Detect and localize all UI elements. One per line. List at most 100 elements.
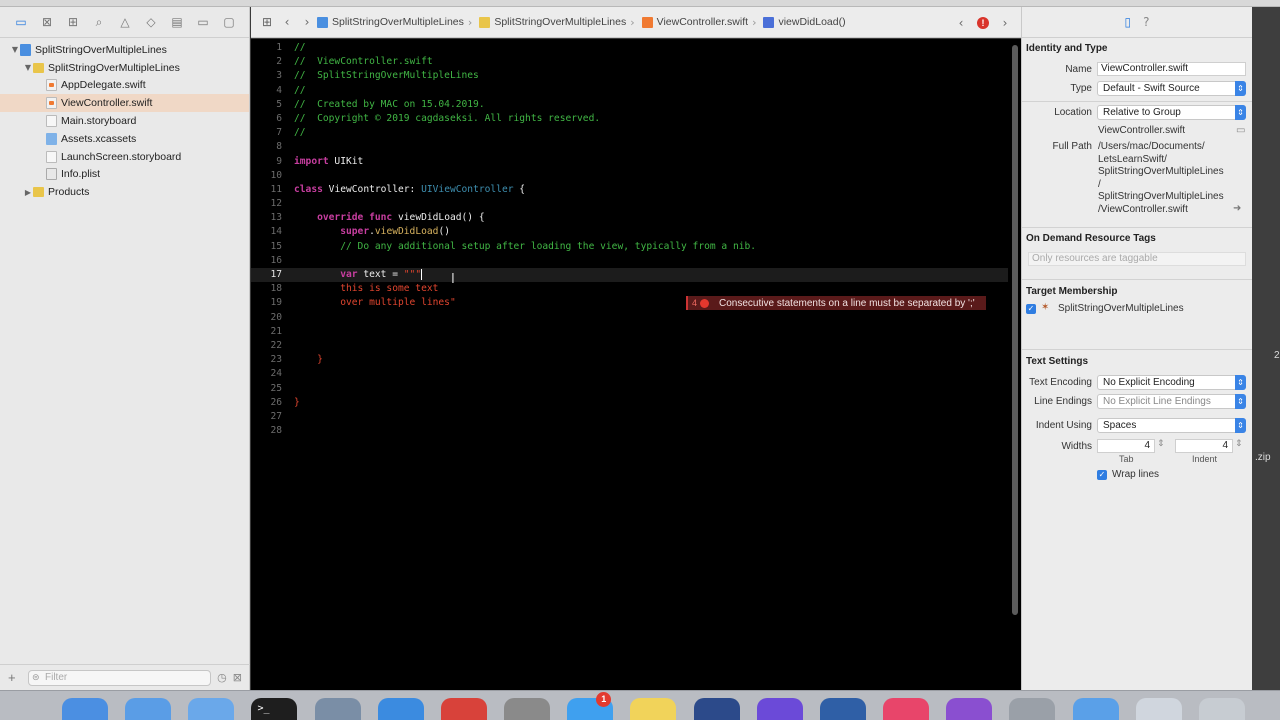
imovie-dock-icon[interactable] <box>756 698 803 720</box>
code-line[interactable]: 15 // Do any additional setup after load… <box>251 240 1008 254</box>
preview-dock-icon[interactable] <box>1135 698 1182 720</box>
wrap-lines-checkbox[interactable]: ✓ <box>1097 470 1107 480</box>
downloads-dock-icon[interactable] <box>1072 698 1119 720</box>
chrome-dock-icon[interactable] <box>440 698 487 720</box>
search-icon[interactable]: ⌕ <box>90 15 108 30</box>
code-line[interactable]: 12 <box>251 197 1008 211</box>
warning-icon[interactable]: △ <box>116 15 134 29</box>
back-arrow-icon[interactable]: ‹ <box>277 15 297 29</box>
safari-dock-icon[interactable] <box>377 698 424 720</box>
code-line[interactable]: 26} <box>251 396 1008 410</box>
code-line[interactable]: 2 // ViewController.swift <box>251 55 1008 69</box>
line-endings-popup[interactable]: No Explicit Line Endings <box>1097 394 1246 409</box>
folder-dock-icon[interactable] <box>188 698 235 720</box>
error-annotation[interactable]: 4 Consecutive statements on a line must … <box>686 296 986 310</box>
indent-width-field[interactable]: 4 <box>1175 439 1233 453</box>
file-tree-item[interactable]: Info.plist <box>0 166 249 184</box>
disclosure-triangle-icon[interactable]: ▼ <box>10 45 20 54</box>
code-line[interactable]: 21 <box>251 325 1008 339</box>
debug-icon[interactable]: ▤ <box>168 15 186 29</box>
code-line[interactable]: 8 <box>251 140 1008 154</box>
symbol-icon[interactable]: ⊞ <box>64 15 82 29</box>
code-line[interactable]: 24 <box>251 367 1008 381</box>
file-tree-item[interactable]: ▼ SplitStringOverMultipleLines <box>0 41 249 59</box>
add-icon[interactable]: + <box>8 670 22 685</box>
indent-using-popup[interactable]: Spaces <box>1097 418 1246 433</box>
code-line[interactable]: 23 } <box>251 353 1008 367</box>
name-field[interactable]: ViewController.swift <box>1097 62 1246 76</box>
spotlight-dock-icon[interactable] <box>1009 698 1056 720</box>
code-line[interactable]: 7 // <box>251 126 1008 140</box>
code-line[interactable]: 10 <box>251 169 1008 183</box>
code-line[interactable]: 6 // Copyright © 2019 cagdaseksi. All rig… <box>251 112 1008 126</box>
tab-width-field[interactable]: 4 <box>1097 439 1155 453</box>
previous-issue-icon[interactable]: ‹ <box>951 16 971 30</box>
code-area[interactable]: 1 // 2 // ViewController.swift 3 // SplitStri… <box>251 41 1008 438</box>
scm-filter-icon[interactable]: ⊠ <box>233 671 242 684</box>
file-tree-item[interactable]: ▶ Products <box>0 183 249 201</box>
source-editor[interactable]: 1 // 2 // ViewController.swift 3 // SplitStri… <box>251 39 1021 690</box>
visual-studio-dock-icon[interactable] <box>819 698 866 720</box>
breakpoint-icon[interactable]: ▭ <box>194 15 212 29</box>
code-line[interactable]: 17 var text = """ <box>251 268 1008 283</box>
help-icon[interactable]: ? <box>1143 15 1149 29</box>
quicktime-dock-icon[interactable] <box>693 698 740 720</box>
target-checkbox[interactable]: ✓ <box>1026 304 1036 314</box>
notes-dock-icon[interactable] <box>630 698 677 720</box>
breadcrumb-file[interactable]: ViewController.swift › <box>641 16 761 29</box>
file-tree-item[interactable]: AppDelegate.swift <box>0 77 249 95</box>
source-control-icon[interactable]: ⊠ <box>38 15 56 29</box>
encoding-popup[interactable]: No Explicit Encoding <box>1097 375 1246 390</box>
code-line[interactable]: 4 // <box>251 84 1008 98</box>
breadcrumb-project[interactable]: SplitStringOverMultipleLines › <box>317 16 476 29</box>
file-tree-item[interactable]: LaunchScreen.storyboard <box>0 148 249 166</box>
indent-stepper[interactable]: ⇕ <box>1235 439 1243 449</box>
code-line[interactable]: 16 <box>251 254 1008 268</box>
code-line[interactable]: 22 <box>251 339 1008 353</box>
test-icon[interactable]: ◇ <box>142 15 160 29</box>
type-popup[interactable]: Default - Swift Source <box>1097 81 1246 96</box>
app-store-dock-icon[interactable]: 1 <box>567 692 614 720</box>
breadcrumb-method[interactable]: viewDidLoad() <box>763 16 846 28</box>
launchpad-dock-icon[interactable] <box>314 698 361 720</box>
trash-dock-icon[interactable] <box>1198 698 1245 720</box>
scrollbar[interactable] <box>1012 45 1018 615</box>
tags-field[interactable]: Only resources are taggable <box>1028 252 1246 266</box>
terminal-dock-icon[interactable]: >_ <box>251 698 298 720</box>
disclosure-triangle-icon[interactable]: ▶ <box>23 188 33 197</box>
next-issue-icon[interactable]: › <box>995 16 1015 30</box>
code-line[interactable]: 9 import UIKit <box>251 155 1008 169</box>
folder-icon[interactable]: ▭ <box>1236 125 1245 136</box>
code-line[interactable]: 25 <box>251 382 1008 396</box>
code-line[interactable]: 13 override func viewDidLoad() { <box>251 211 1008 225</box>
recent-files-icon[interactable]: ◷ <box>217 671 227 684</box>
code-line[interactable]: 14 super.viewDidLoad() <box>251 225 1008 239</box>
finder-dock-icon[interactable] <box>62 698 108 720</box>
file-tree-item[interactable]: Assets.xcassets <box>0 130 249 148</box>
code-line[interactable]: 28 <box>251 424 1008 438</box>
breadcrumb-group[interactable]: SplitStringOverMultipleLines › <box>479 16 638 29</box>
location-popup[interactable]: Relative to Group <box>1097 105 1246 120</box>
tab-stepper[interactable]: ⇕ <box>1157 439 1165 449</box>
reveal-arrow-icon[interactable]: ➜ <box>1233 203 1241 214</box>
itunes-dock-icon[interactable] <box>883 698 930 720</box>
xcode-folder-dock-icon[interactable] <box>125 698 172 720</box>
system-preferences-dock-icon[interactable] <box>504 698 551 720</box>
github-dock-icon[interactable] <box>946 698 993 720</box>
code-line[interactable]: 27 <box>251 410 1008 424</box>
report-icon[interactable]: ▢ <box>220 15 238 29</box>
code-line[interactable]: 11 class ViewController: UIViewController… <box>251 183 1008 197</box>
code-line[interactable]: 3 // SplitStringOverMultipleLines <box>251 69 1008 83</box>
code-line[interactable]: 20 <box>251 311 1008 325</box>
filter-input[interactable]: Filter <box>28 669 212 686</box>
file-tree-item[interactable]: ViewController.swift <box>0 94 249 113</box>
code-line[interactable]: 18 this is some text <box>251 282 1008 296</box>
code-line[interactable]: 5 // Created by MAC on 15.04.2019. <box>251 98 1008 112</box>
file-tree-item[interactable]: ▼ SplitStringOverMultipleLines <box>0 59 249 77</box>
file-tree-item[interactable]: Main.storyboard <box>0 112 249 130</box>
error-icon[interactable]: ! <box>977 16 989 29</box>
forward-arrow-icon[interactable]: › <box>297 15 317 29</box>
folder-icon[interactable]: ▭ <box>12 15 30 29</box>
disclosure-triangle-icon[interactable]: ▼ <box>23 63 33 72</box>
file-inspector-icon[interactable]: ▯ <box>1125 15 1132 29</box>
